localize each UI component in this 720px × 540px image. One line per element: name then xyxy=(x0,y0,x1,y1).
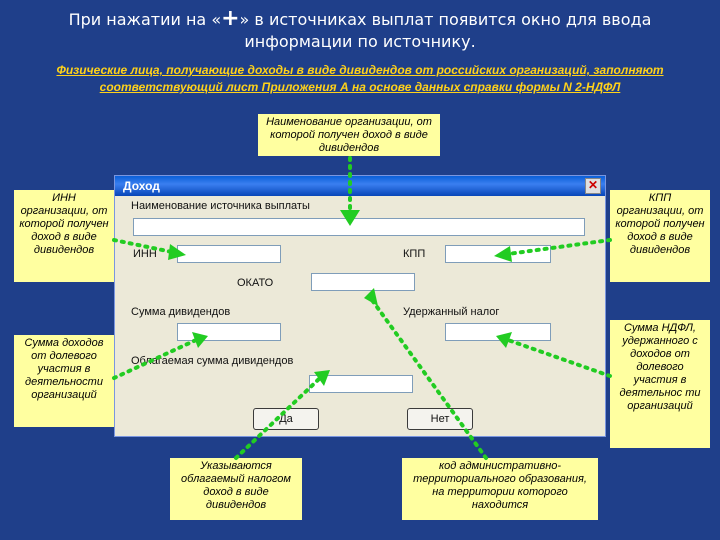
okato-label: ОКАТО xyxy=(237,277,274,289)
close-icon[interactable]: ✕ xyxy=(585,178,601,194)
kpp-label: КПП xyxy=(403,248,426,260)
taxable-sum-input[interactable] xyxy=(309,375,413,393)
inn-label: ИНН xyxy=(133,248,157,260)
dividend-sum-input[interactable] xyxy=(177,323,281,341)
plus-icon: + xyxy=(221,6,240,31)
note-ndfl-withheld: Сумма НДФЛ, удержанного с доходов от дол… xyxy=(610,320,710,448)
withheld-tax-input[interactable] xyxy=(445,323,551,341)
source-name-label: Наименование источника выплаты xyxy=(131,200,310,212)
okato-input[interactable] xyxy=(311,273,415,291)
slide-title: При нажатии на «+» в источниках выплат п… xyxy=(68,6,652,52)
income-dialog: Доход ✕ Наименование источника выплаты И… xyxy=(114,175,606,437)
dialog-titlebar: Доход xyxy=(115,176,605,196)
slide-subtitle: Физические лица, получающие доходы в вид… xyxy=(56,63,664,94)
no-button[interactable]: Нет xyxy=(407,408,473,430)
kpp-input[interactable] xyxy=(445,245,551,263)
dividend-sum-label: Сумма дивидендов xyxy=(131,306,231,318)
yes-button[interactable]: Да xyxy=(253,408,319,430)
note-org-name: Наименование организации, от которой пол… xyxy=(258,114,440,156)
source-name-input[interactable] xyxy=(133,218,585,236)
withheld-tax-label: Удержанный налог xyxy=(403,306,500,318)
note-kpp: КПП организации, от которой получен дохо… xyxy=(610,190,710,282)
note-income-sum: Сумма доходов от долевого участия в деят… xyxy=(14,335,114,427)
note-okato-code: код административно-территориального обр… xyxy=(402,458,598,520)
inn-input[interactable] xyxy=(177,245,281,263)
taxable-sum-label: Облагаемая сумма дивидендов xyxy=(131,355,294,367)
note-taxable-income: Указываются облагаемый налогом доход в в… xyxy=(170,458,302,520)
note-inn: ИНН организации, от которой получен дохо… xyxy=(14,190,114,282)
